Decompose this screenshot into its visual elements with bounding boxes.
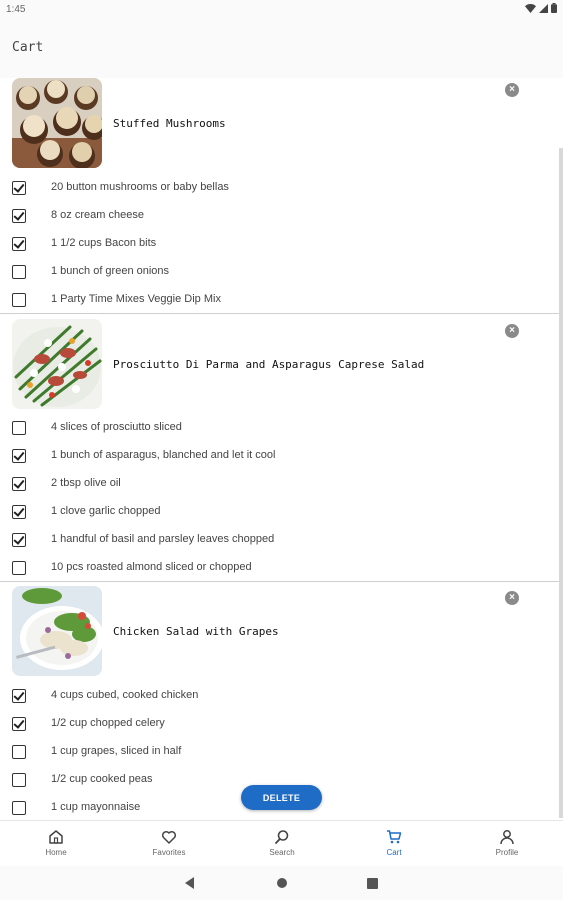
nav-label: Search: [269, 848, 295, 857]
recipe-title[interactable]: Stuffed Mushrooms: [113, 117, 226, 130]
cart-icon: [364, 829, 424, 847]
ingredient-label: 1 clove garlic chopped: [51, 505, 161, 517]
wifi-icon: [525, 3, 536, 17]
ingredient-row[interactable]: 4 slices of prosciutto sliced: [0, 414, 560, 442]
nav-item-profile[interactable]: Profile: [477, 829, 537, 857]
ingredient-label: 1 bunch of asparagus, blanched and let i…: [51, 449, 276, 461]
ingredient-label: 4 slices of prosciutto sliced: [51, 421, 182, 433]
checkbox[interactable]: [12, 561, 26, 575]
checkbox[interactable]: [12, 533, 26, 547]
ingredient-row[interactable]: 1 clove garlic chopped: [0, 498, 560, 526]
ingredient-label: 1 1/2 cups Bacon bits: [51, 237, 157, 249]
ingredient-label: 1 handful of basil and parsley leaves ch…: [51, 533, 275, 545]
ingredient-row[interactable]: 1 handful of basil and parsley leaves ch…: [0, 526, 560, 554]
checkbox[interactable]: [12, 773, 26, 787]
heart-icon: [139, 829, 199, 847]
nav-item-cart[interactable]: Cart: [364, 829, 424, 857]
ingredient-row[interactable]: 1 bunch of green onions: [0, 258, 560, 286]
back-icon[interactable]: [185, 876, 195, 894]
ingredient-row[interactable]: 1 cup grapes, sliced in half: [0, 738, 560, 766]
nav-label: Favorites: [152, 848, 186, 857]
checkbox[interactable]: [12, 745, 26, 759]
ingredient-label: 1 Party Time Mixes Veggie Dip Mix: [51, 293, 221, 305]
system-nav-bar: [0, 866, 563, 900]
remove-recipe-button[interactable]: ×: [505, 324, 519, 338]
nav-item-home[interactable]: Home: [26, 829, 86, 857]
close-icon: ×: [509, 592, 515, 603]
ingredient-row[interactable]: 4 cups cubed, cooked chicken: [0, 682, 560, 710]
home-icon: [26, 829, 86, 847]
recipe-title[interactable]: Chicken Salad with Grapes: [113, 625, 279, 638]
signal-icon: [539, 3, 548, 17]
page-title: Cart: [12, 40, 44, 55]
delete-button[interactable]: DELETE: [241, 785, 322, 810]
remove-recipe-button[interactable]: ×: [505, 83, 519, 97]
checkbox[interactable]: [12, 181, 26, 195]
remove-recipe-button[interactable]: ×: [505, 591, 519, 605]
checkbox[interactable]: [12, 449, 26, 463]
close-icon: ×: [509, 84, 515, 95]
ingredient-label: 1 cup mayonnaise: [51, 801, 141, 813]
ingredient-label: 1/2 cup chopped celery: [51, 717, 165, 729]
recipe-card: Chicken Salad with Grapes × 4 cups cubed…: [0, 586, 560, 818]
recipe-image: [12, 78, 102, 168]
home-circle-icon[interactable]: [276, 876, 288, 894]
status-bar: 1:45: [0, 0, 563, 20]
ingredient-label: 10 pcs roasted almond sliced or chopped: [51, 561, 252, 573]
scrollbar[interactable]: [559, 148, 563, 818]
status-icons: [525, 3, 557, 17]
nav-label: Home: [45, 848, 67, 857]
checkbox[interactable]: [12, 421, 26, 435]
ingredient-row[interactable]: 1 Party Time Mixes Veggie Dip Mix: [0, 286, 560, 314]
recents-icon[interactable]: [367, 876, 378, 894]
ingredient-label: 1 bunch of green onions: [51, 265, 170, 277]
checkbox[interactable]: [12, 689, 26, 703]
checkbox[interactable]: [12, 717, 26, 731]
ingredient-row[interactable]: 1/2 cup chopped celery: [0, 710, 560, 738]
recipe-image: [12, 586, 102, 676]
cart-list[interactable]: Stuffed Mushrooms × 20 button mushrooms …: [0, 78, 563, 818]
ingredient-row[interactable]: 10 pcs roasted almond sliced or chopped: [0, 554, 560, 582]
checkbox[interactable]: [12, 293, 26, 307]
checkbox[interactable]: [12, 477, 26, 491]
ingredient-row[interactable]: 1 bunch of asparagus, blanched and let i…: [0, 442, 560, 470]
nav-label: Cart: [386, 848, 402, 857]
checkbox[interactable]: [12, 265, 26, 279]
ingredient-row[interactable]: 20 button mushrooms or baby bellas: [0, 174, 560, 202]
ingredient-label: 1 cup grapes, sliced in half: [51, 745, 182, 757]
checkbox[interactable]: [12, 801, 26, 815]
close-icon: ×: [509, 325, 515, 336]
ingredient-label: 4 cups cubed, cooked chicken: [51, 689, 199, 701]
checkbox[interactable]: [12, 209, 26, 223]
checkbox[interactable]: [12, 505, 26, 519]
status-time: 1:45: [6, 4, 26, 15]
nav-label: Profile: [495, 848, 519, 857]
ingredient-row[interactable]: 1 1/2 cups Bacon bits: [0, 230, 560, 258]
search-icon: [252, 829, 312, 847]
ingredient-label: 1/2 cup cooked peas: [51, 773, 153, 785]
person-icon: [477, 829, 537, 847]
checkbox[interactable]: [12, 237, 26, 251]
ingredient-label: 20 button mushrooms or baby bellas: [51, 181, 229, 193]
recipe-image: [12, 319, 102, 409]
nav-item-favorites[interactable]: Favorites: [139, 829, 199, 857]
ingredient-row[interactable]: 2 tbsp olive oil: [0, 470, 560, 498]
recipe-card: Prosciutto Di Parma and Asparagus Capres…: [0, 319, 560, 582]
nav-item-search[interactable]: Search: [252, 829, 312, 857]
ingredient-row[interactable]: 8 oz cream cheese: [0, 202, 560, 230]
ingredient-label: 2 tbsp olive oil: [51, 477, 121, 489]
app-header: Cart: [0, 20, 563, 78]
battery-icon: [551, 3, 557, 17]
recipe-card: Stuffed Mushrooms × 20 button mushrooms …: [0, 78, 560, 314]
ingredient-label: 8 oz cream cheese: [51, 209, 144, 221]
bottom-nav: Home Favorites Search Cart Profile: [0, 820, 563, 866]
recipe-title[interactable]: Prosciutto Di Parma and Asparagus Capres…: [113, 358, 424, 371]
